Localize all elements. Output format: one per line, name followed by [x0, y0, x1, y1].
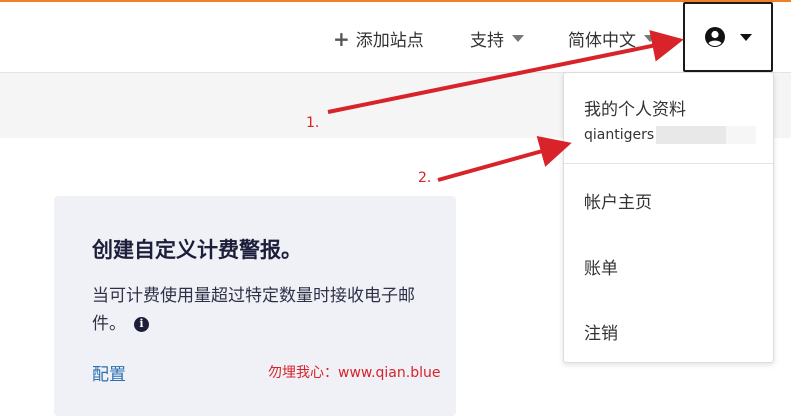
top-navigation-bar: + 添加站点 支持 简体中文: [0, 2, 791, 73]
menu-item-billing[interactable]: 账单: [584, 254, 618, 279]
support-menu[interactable]: 支持: [470, 26, 524, 51]
annotation-label-2: 2.: [418, 170, 432, 186]
account-menu-button[interactable]: [683, 2, 773, 72]
add-site-button[interactable]: + 添加站点: [333, 26, 424, 52]
annotation-label-1: 1.: [306, 115, 320, 131]
menu-item-logout[interactable]: 注销: [584, 319, 618, 344]
billing-alert-card: 创建自定义计费警报。 当可计费使用量超过特定数量时接收电子邮件。 i 配置 勿埋我…: [54, 196, 456, 416]
menu-item-my-profile[interactable]: 我的个人资料: [584, 95, 686, 120]
menu-item-account-home[interactable]: 帐户主页: [584, 188, 652, 213]
card-title: 创建自定义计费警报。: [92, 238, 302, 262]
username-redaction: [656, 126, 757, 144]
account-dropdown-menu: 我的个人资料 qiantigers 帐户主页 账单 注销: [563, 72, 774, 363]
annotation-arrow-2: [437, 136, 572, 182]
configure-link[interactable]: 配置: [92, 360, 126, 385]
add-site-label: 添加站点: [355, 31, 424, 51]
user-circle-icon: [705, 27, 725, 47]
watermark-text: 勿埋我心：www.qian.blue: [268, 365, 441, 381]
caret-down-icon: [740, 33, 752, 41]
language-label: 简体中文: [568, 31, 636, 51]
username-text: qiantigers: [584, 127, 655, 143]
language-selector[interactable]: 简体中文: [568, 26, 656, 51]
menu-divider: [564, 163, 773, 164]
support-label: 支持: [470, 31, 504, 51]
caret-down-icon: [512, 35, 524, 42]
username-display: qiantigers: [584, 126, 757, 144]
plus-icon: +: [333, 26, 350, 51]
info-icon[interactable]: i: [134, 316, 149, 332]
card-description: 当可计费使用量超过特定数量时接收电子邮件。 i: [92, 282, 442, 338]
caret-down-icon: [644, 35, 656, 42]
